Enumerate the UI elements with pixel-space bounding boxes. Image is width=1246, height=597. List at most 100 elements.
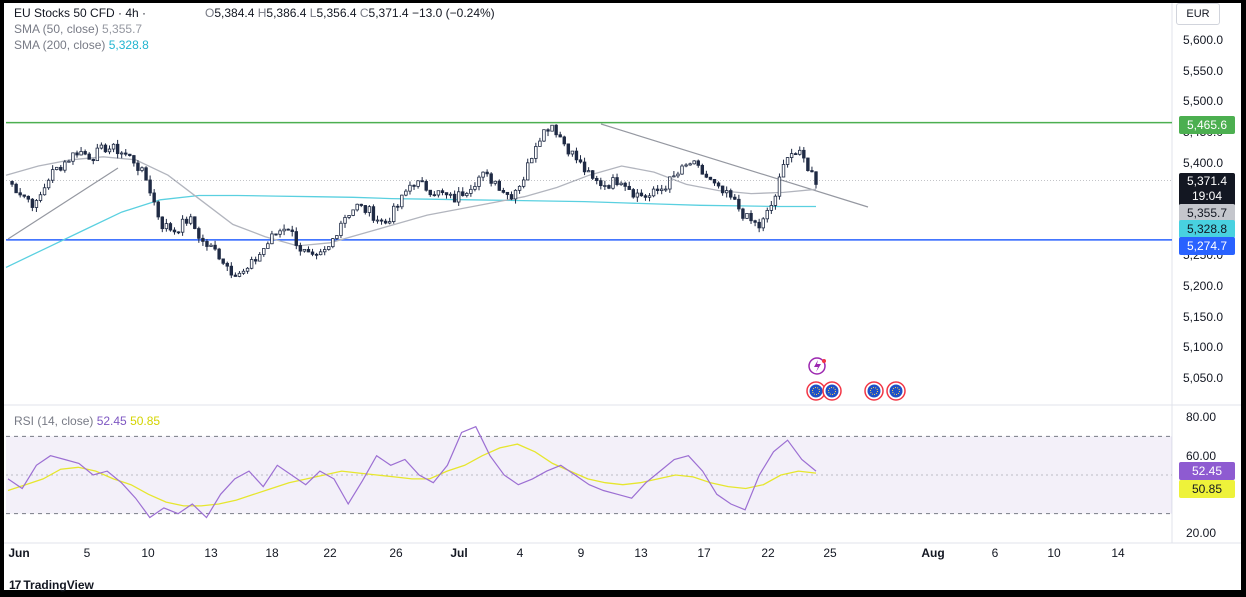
price-tick-label: 5,100.0 — [1183, 340, 1224, 355]
candle-body — [489, 173, 493, 184]
time-tick-label: 18 — [265, 546, 279, 560]
candle-body — [343, 217, 347, 224]
candle-body — [249, 259, 254, 269]
candle-body — [781, 164, 786, 178]
symbol-name[interactable]: EU Stocks 50 CFD · 4h · — [14, 6, 146, 20]
sma200-price-badge: 5,328.8 — [1179, 220, 1235, 238]
chart-canvas[interactable] — [4, 3, 1241, 590]
time-tick-label: Jul — [450, 546, 468, 560]
candle-body — [140, 167, 144, 171]
candle-body — [724, 190, 729, 194]
candle-countdown: 19:04 — [1191, 189, 1223, 203]
candle-body — [477, 176, 481, 187]
candle-body — [67, 160, 71, 163]
candle-body — [635, 192, 640, 198]
candle-body — [469, 188, 473, 194]
candle-body — [521, 179, 526, 187]
candle-body — [262, 248, 266, 255]
tradingview-logo-icon: 17 — [9, 578, 21, 592]
candle-body — [509, 194, 514, 200]
candle-body — [103, 144, 108, 153]
candle-body — [473, 186, 477, 190]
price-tick-label: 5,500.0 — [1183, 94, 1224, 109]
rsi-legend[interactable]: RSI (14, close) 52.45 50.85 — [14, 414, 160, 428]
candle-body — [148, 179, 152, 194]
currency-button[interactable]: EUR — [1176, 3, 1220, 25]
sma200-legend[interactable]: SMA (200, close) 5,328.8 — [14, 38, 149, 52]
candle-body — [26, 195, 31, 200]
candle-body — [355, 203, 359, 211]
candle-body — [201, 237, 205, 242]
candle-body — [18, 192, 22, 196]
candle-body — [160, 216, 164, 230]
candle-body — [164, 223, 169, 230]
candle-body — [720, 185, 725, 194]
price-change: −13.0 (−0.24%) — [411, 6, 495, 20]
candle-body — [700, 164, 705, 175]
time-tick-label: 10 — [141, 546, 155, 560]
candle-body — [83, 151, 87, 155]
candle-body — [213, 244, 217, 250]
candle-body — [542, 129, 546, 142]
rsi-tick-label: 60.00 — [1186, 448, 1217, 463]
candle-body — [603, 185, 607, 187]
candle-body — [371, 206, 376, 221]
candle-body — [761, 218, 765, 229]
eu-flag-disc — [889, 384, 903, 398]
candle-body — [639, 192, 644, 197]
time-tick-label: 22 — [761, 546, 775, 560]
candle-body — [802, 149, 806, 159]
ohlc-open-key: O — [205, 6, 215, 20]
candle-body — [14, 183, 18, 194]
rsi-ma-value-badge: 50.85 — [1179, 480, 1235, 498]
candle-body — [339, 222, 343, 236]
candle-body — [485, 171, 489, 175]
resistance-price-badge: 5,465.6 — [1179, 116, 1235, 134]
sma50-legend[interactable]: SMA (50, close) 5,355.7 — [14, 22, 142, 36]
candle-body — [461, 191, 465, 196]
candle-body — [124, 152, 128, 155]
candle-body — [607, 185, 611, 189]
candle-body — [367, 206, 372, 213]
candle-body — [737, 198, 741, 210]
candle-body — [91, 158, 95, 162]
candle-body — [359, 203, 363, 206]
candle-body — [241, 270, 246, 274]
tradingview-brand: TradingView — [23, 578, 94, 592]
candle-body — [448, 193, 453, 196]
candle-body — [375, 219, 380, 222]
candle-body — [306, 248, 311, 253]
candle-body — [526, 162, 530, 181]
candle-body — [302, 248, 307, 252]
candle-body — [789, 153, 794, 158]
rsi-label: RSI (14, close) — [14, 414, 94, 428]
candle-body — [22, 194, 26, 197]
candle-body — [331, 238, 335, 248]
candle-body — [193, 216, 197, 229]
candle-body — [46, 179, 51, 189]
legend-symbol-row: EU Stocks 50 CFD · 4h · — [14, 6, 146, 20]
candle-body — [785, 157, 790, 165]
candle-body — [619, 182, 623, 186]
price-tick-label: 5,550.0 — [1183, 63, 1224, 78]
tradingview-logo[interactable]: 17 TradingView — [9, 578, 94, 592]
candle-body — [286, 228, 290, 231]
candle-body — [530, 158, 534, 164]
candle-body — [680, 165, 684, 175]
candle-body — [688, 163, 692, 166]
candle-body — [582, 161, 587, 173]
candle-body — [749, 213, 753, 222]
ohlc-close-key: C — [359, 6, 369, 20]
candle-body — [270, 233, 274, 245]
chart-frame[interactable]: EU Stocks 50 CFD · 4h · O5,384.4 H5,386.… — [4, 3, 1241, 592]
candle-body — [668, 176, 672, 190]
candle-body — [562, 136, 566, 145]
time-tick-label: 10 — [1047, 546, 1061, 560]
time-tick-label: 17 — [697, 546, 711, 560]
candle-body — [132, 155, 136, 164]
ohlc-low-value: 5,356.4 — [316, 6, 357, 20]
candle-body — [233, 274, 238, 277]
sma50-value: 5,355.7 — [102, 22, 143, 36]
candle-body — [631, 189, 635, 198]
candle-body — [55, 166, 59, 170]
